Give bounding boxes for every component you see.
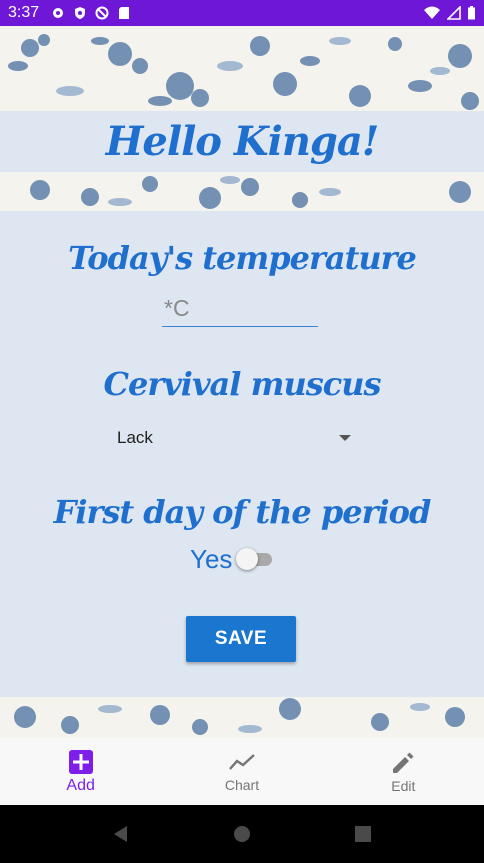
nav-item-add[interactable]: Add [0, 738, 161, 805]
status-bar: 3:37 [0, 0, 484, 26]
wifi-icon [424, 6, 440, 19]
floral-background-middle [0, 172, 484, 211]
period-switch[interactable] [236, 547, 274, 571]
nav-item-edit[interactable]: Edit [323, 738, 484, 805]
nav-label-add: Add [66, 776, 95, 794]
battery-icon [468, 6, 475, 20]
status-time: 3:37 [8, 4, 40, 21]
bottom-navigation: Add Chart Edit [0, 738, 484, 805]
period-heading: First day of the period [53, 493, 432, 531]
save-button[interactable]: SAVE [186, 616, 296, 662]
sd-card-icon [119, 7, 130, 19]
status-icons-right [423, 6, 476, 20]
system-navigation-bar [0, 805, 484, 863]
back-icon[interactable] [111, 824, 131, 844]
temperature-input[interactable] [162, 291, 318, 327]
form-panel: Today's temperature Cervival muscus Lack… [0, 211, 484, 697]
pencil-icon [393, 752, 414, 773]
mucus-selected-value: Lack [117, 428, 153, 447]
status-icons-left [51, 6, 131, 20]
nav-label-edit: Edit [391, 777, 416, 794]
signal-icon [447, 6, 461, 20]
nav-item-chart[interactable]: Chart [161, 738, 322, 805]
add-box-icon [68, 749, 93, 774]
period-switch-label: Yes [190, 543, 233, 574]
temperature-heading: Today's temperature [68, 239, 417, 277]
recents-icon[interactable] [353, 824, 373, 844]
mucus-dropdown[interactable]: Lack [117, 425, 355, 451]
mucus-heading: Cervival muscus [103, 365, 382, 403]
dropdown-arrow-icon [339, 435, 351, 441]
floral-background-top [0, 26, 484, 111]
home-icon[interactable] [232, 824, 252, 844]
no-sync-icon [95, 6, 109, 20]
greeting-text: Hello Kinga! [105, 118, 380, 165]
greeting-band: Hello Kinga! [0, 111, 484, 172]
nav-label-chart: Chart [224, 776, 260, 793]
switch-thumb [236, 548, 259, 570]
chart-icon [229, 753, 255, 770]
shield-icon [75, 7, 86, 19]
floral-background-bottom [0, 697, 484, 738]
gear-icon [53, 8, 64, 18]
period-switch-row[interactable]: Yes [190, 543, 274, 575]
